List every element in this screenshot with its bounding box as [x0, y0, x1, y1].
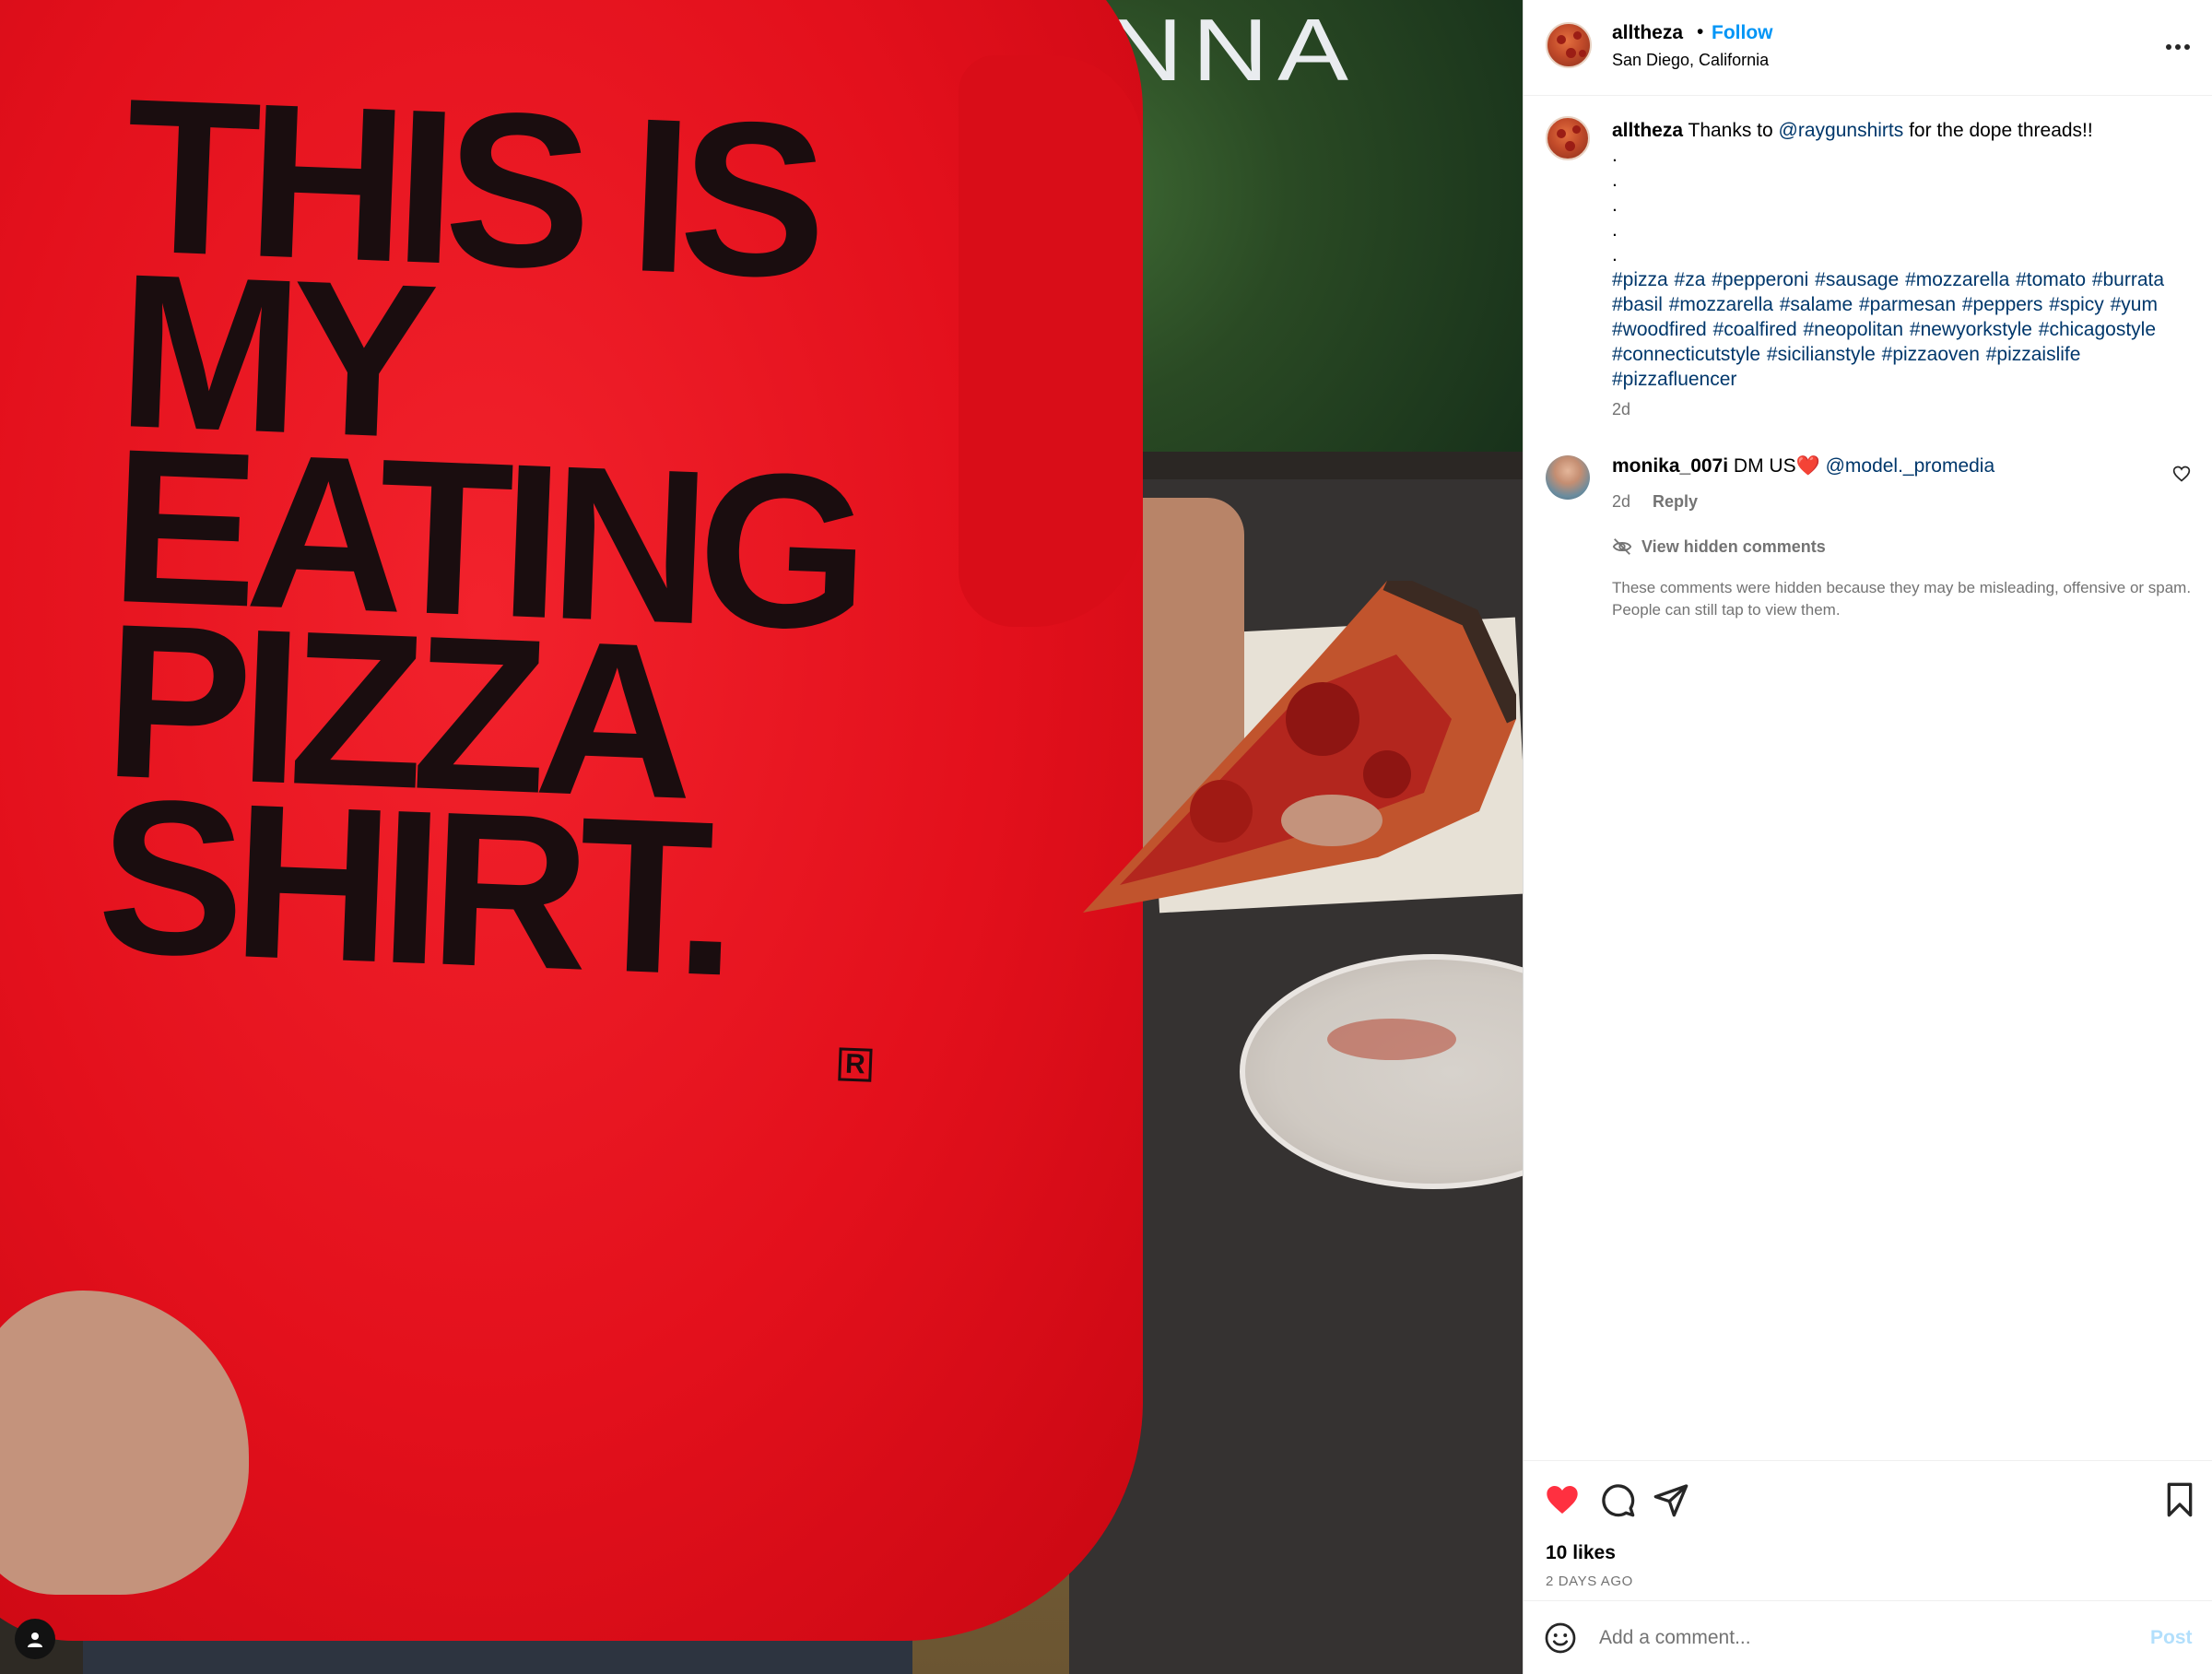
caption-timestamp[interactable]: 2d: [1612, 400, 1630, 419]
eye-off-icon: [1612, 538, 1632, 555]
caption-author-avatar[interactable]: [1546, 116, 1590, 160]
post-actions: 10 likes 2 DAYS AGO: [1524, 1460, 2212, 1600]
caption-text: for the dope threads!!: [1903, 120, 2093, 141]
commenter-avatar[interactable]: [1546, 455, 1590, 500]
caption-dot: .: [1612, 145, 1618, 166]
shirt-sleeve: [959, 55, 1143, 627]
shirt-registered-mark: R: [838, 1047, 873, 1082]
comment-timestamp[interactable]: 2d: [1612, 492, 1630, 512]
caption-dot: .: [1612, 170, 1618, 191]
like-button[interactable]: [1544, 1481, 1581, 1518]
view-hidden-comments-button[interactable]: View hidden comments: [1612, 536, 1826, 557]
author-username[interactable]: alltheza: [1612, 22, 1683, 44]
comment-body: monika_007i DM US❤️ @model._promedia: [1612, 455, 1994, 477]
reply-button[interactable]: Reply: [1653, 492, 1698, 512]
hidden-comments-note: These comments were hidden because they …: [1612, 579, 2192, 619]
caption-dot: .: [1612, 244, 1618, 265]
shirt-slogan: THIS IS MY EATING PIZZA SHIRT. R: [94, 53, 959, 1082]
post-photo[interactable]: WANNA THIS IS MY EATING PIZZA SHIRT. R: [0, 0, 1523, 1674]
more-options-button[interactable]: [2162, 31, 2194, 63]
post-side-panel: alltheza • Follow San Diego, California …: [1523, 0, 2212, 1674]
caption-text: Thanks to: [1683, 120, 1779, 141]
likes-count[interactable]: 10 likes: [1546, 1542, 1616, 1564]
heart-filled-icon: [1547, 1486, 1578, 1514]
emoji-button[interactable]: [1544, 1621, 1579, 1656]
caption-dot: .: [1612, 219, 1618, 241]
bookmark-icon: [2167, 1482, 2193, 1517]
post-date[interactable]: 2 DAYS AGO: [1546, 1574, 1633, 1589]
heart-emoji: ❤️: [1795, 455, 1820, 477]
shirt-line: SHIRT.: [94, 753, 732, 1022]
caption-mention[interactable]: @raygunshirts: [1779, 120, 1904, 141]
post-header: alltheza • Follow San Diego, California: [1524, 0, 2212, 96]
separator-dot: •: [1697, 21, 1704, 42]
add-comment-bar: Post: [1524, 1600, 2212, 1674]
share-button[interactable]: [1653, 1481, 1689, 1518]
author-avatar[interactable]: [1546, 22, 1592, 68]
caption-username[interactable]: alltheza: [1612, 120, 1683, 141]
smiley-icon: [1545, 1622, 1576, 1654]
heart-outline-icon: [2172, 466, 2191, 482]
comment-input[interactable]: [1599, 1620, 2097, 1656]
paper-plane-icon: [1653, 1484, 1688, 1517]
comment-bubble-icon: [1602, 1484, 1635, 1517]
post-location[interactable]: San Diego, California: [1612, 51, 1769, 70]
follow-button[interactable]: Follow: [1712, 22, 1773, 44]
caption-hashtags[interactable]: #pizza #za #pepperoni #sausage #mozzarel…: [1612, 267, 2183, 392]
comment-like-button[interactable]: [2172, 465, 2194, 487]
tagged-user-button[interactable]: [15, 1619, 55, 1659]
commenter-username[interactable]: monika_007i: [1612, 455, 1728, 477]
caption-dot: .: [1612, 195, 1618, 216]
user-icon: [28, 1633, 42, 1647]
comment-text: DM US: [1728, 455, 1796, 477]
save-button[interactable]: [2161, 1481, 2198, 1518]
comment-button[interactable]: [1599, 1481, 1636, 1518]
post-caption: alltheza Thanks to @raygunshirts for the…: [1612, 118, 2202, 392]
pizza-slice: [1083, 581, 1516, 913]
more-horizontal-icon: [2166, 44, 2190, 50]
post-comment-button[interactable]: Post: [2150, 1627, 2193, 1649]
plate-crumbs: [1327, 1019, 1456, 1060]
view-hidden-comments-label: View hidden comments: [1641, 536, 1826, 556]
comment-mention[interactable]: @model._promedia: [1826, 455, 1995, 477]
